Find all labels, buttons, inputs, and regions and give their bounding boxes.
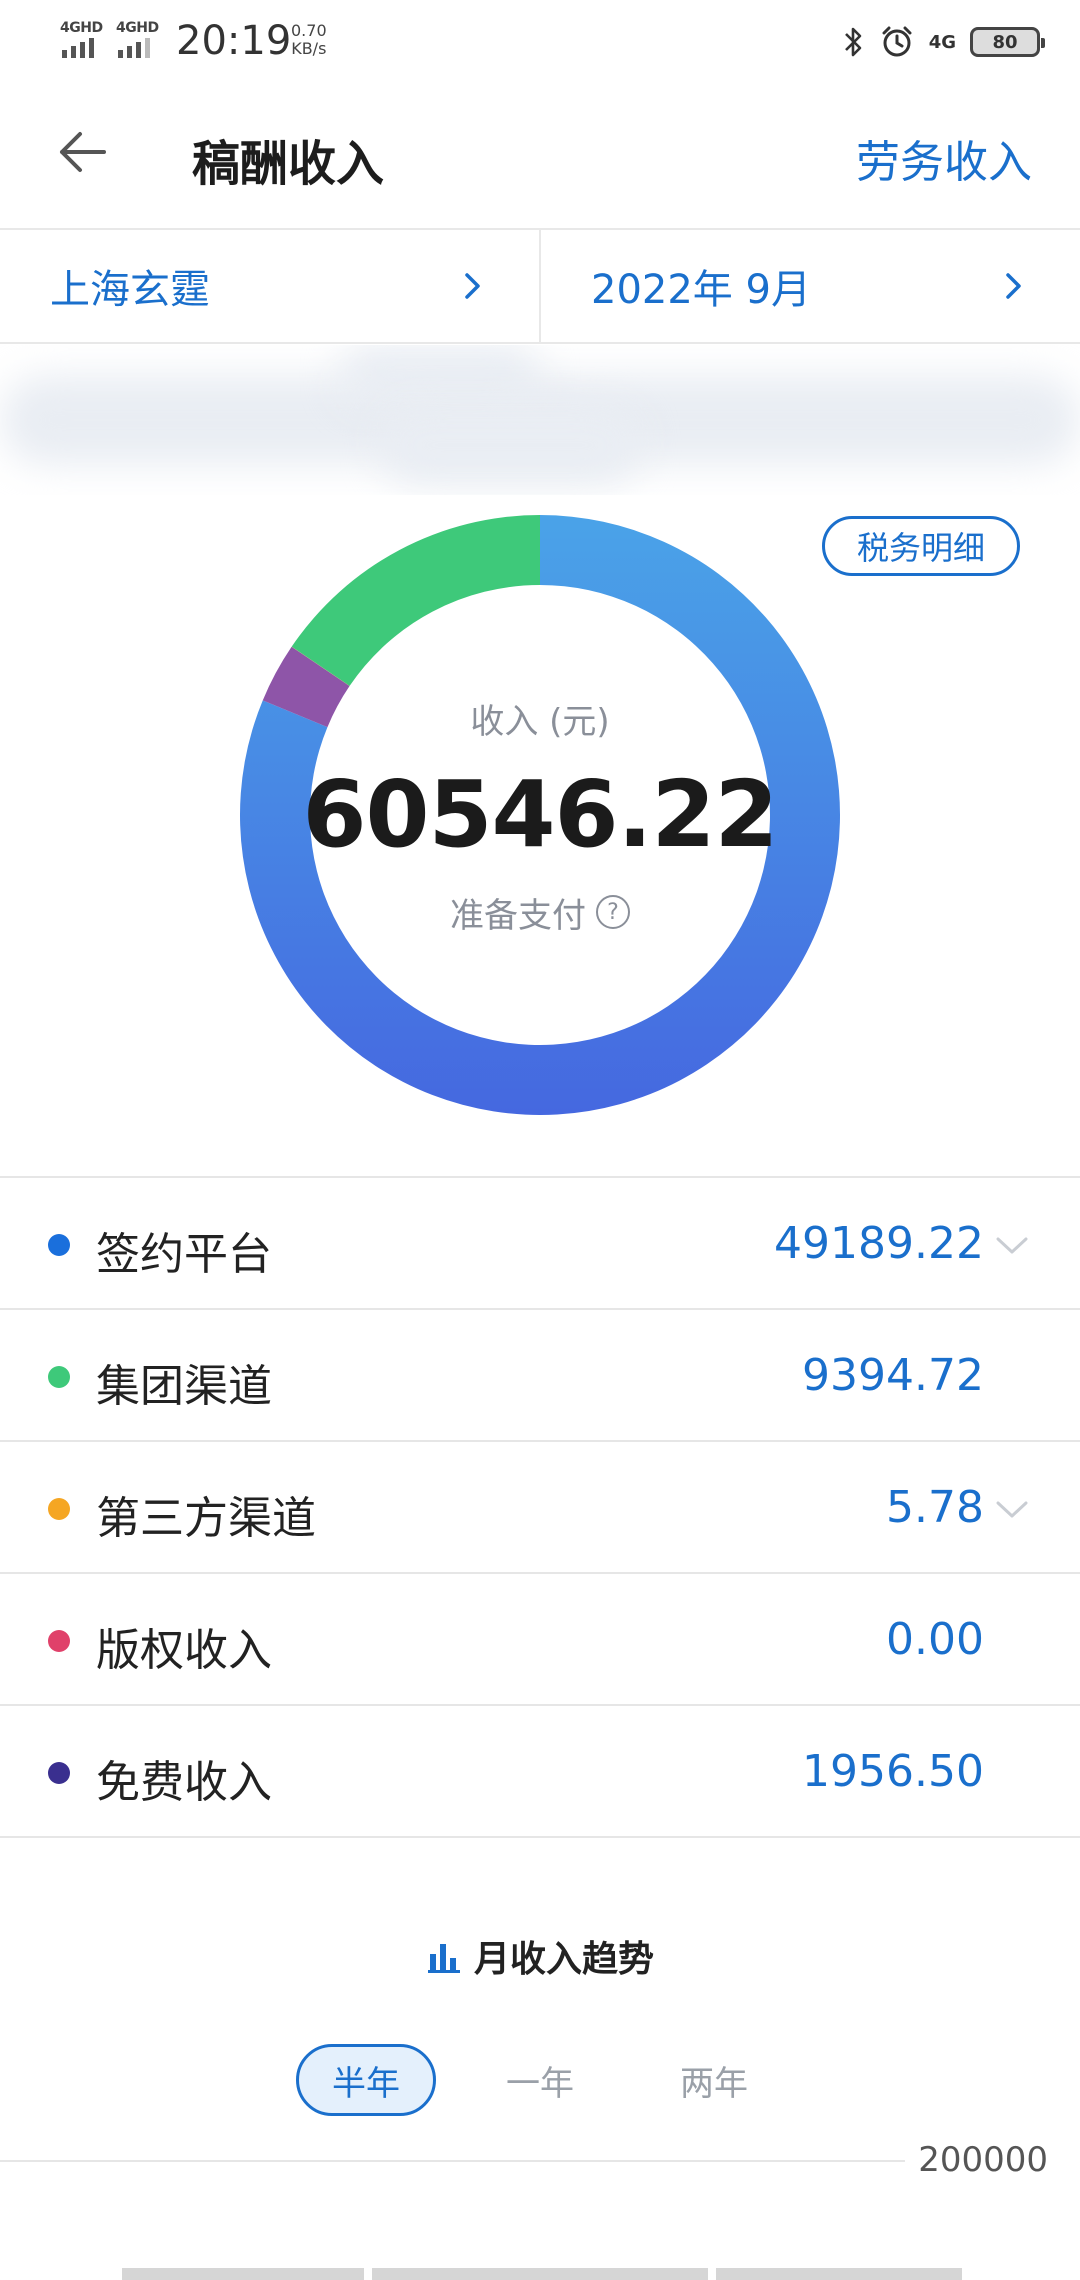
- color-dot: [48, 1366, 70, 1388]
- monthly-trend-header: 月收入趋势: [0, 1930, 1080, 1982]
- tab-two-years[interactable]: 两年: [644, 2044, 784, 2116]
- chart-bars-partial: [0, 2268, 1080, 2280]
- company-name: 上海玄霆: [50, 267, 210, 313]
- list-item: 集团渠道 9394.72: [0, 1310, 1080, 1442]
- clock: 20:19: [176, 18, 292, 64]
- network-speed-unit: KB/s: [291, 39, 327, 58]
- network-4g-label: 4G: [928, 31, 956, 53]
- list-item[interactable]: 第三方渠道 5.78: [0, 1442, 1080, 1574]
- item-value: 1956.50: [802, 1746, 984, 1797]
- tab-half-year[interactable]: 半年: [296, 2044, 436, 2116]
- color-dot: [48, 1630, 70, 1652]
- signal-2: 4GHD: [116, 20, 164, 60]
- color-dot: [48, 1762, 70, 1784]
- item-name: 版权收入: [96, 1625, 272, 1676]
- status-icons: 4G 80: [843, 20, 1045, 64]
- income-label: 收入 (元): [470, 701, 610, 742]
- chevron-right-icon: [465, 273, 480, 299]
- question-circle-icon[interactable]: ?: [596, 895, 630, 929]
- chart-gridline: [0, 2160, 905, 2162]
- range-tabs: 半年 一年 两年: [0, 2044, 1080, 2116]
- item-value: 5.78: [886, 1482, 984, 1533]
- chevron-right-icon: [1006, 273, 1021, 299]
- y-axis-max-label: 200000: [918, 2140, 1048, 2180]
- labor-income-link[interactable]: 劳务收入: [856, 126, 1032, 190]
- list-item[interactable]: 签约平台 49189.22: [0, 1178, 1080, 1310]
- item-value: 9394.72: [802, 1350, 984, 1401]
- battery-level: 80: [992, 31, 1018, 53]
- bluetooth-icon: [844, 27, 861, 57]
- filter-row: 上海玄霆 2022年 9月: [0, 228, 1080, 344]
- page-title: 稿酬收入: [192, 136, 385, 192]
- status-bar: 4GHD 4GHD 20:19 0.70 KB/s 4G 80: [0, 0, 1080, 82]
- income-total: 60546.22: [302, 760, 778, 868]
- bar-chart-icon: [427, 1944, 460, 1973]
- item-name: 集团渠道: [96, 1361, 272, 1412]
- income-breakdown-list: 签约平台 49189.22 集团渠道 9394.72 第三方渠道 5.78 版权…: [0, 1176, 1080, 1838]
- payment-status-text: 准备支付: [450, 895, 586, 936]
- signal-1: 4GHD: [60, 20, 108, 60]
- item-value: 49189.22: [774, 1218, 984, 1269]
- item-value: 0.00: [886, 1614, 984, 1665]
- network-speed: 0.70 KB/s: [291, 22, 327, 58]
- network-type-label: 4GHD: [60, 20, 103, 36]
- item-name: 签约平台: [96, 1229, 272, 1280]
- network-type-label: 4GHD: [116, 20, 159, 36]
- period-selector[interactable]: 2022年 9月: [539, 230, 1080, 342]
- list-item: 版权收入 0.00: [0, 1574, 1080, 1706]
- payment-status[interactable]: 准备支付 ?: [450, 888, 630, 937]
- network-speed-value: 0.70: [291, 21, 327, 40]
- color-dot: [48, 1234, 70, 1256]
- list-item: 免费收入 1956.50: [0, 1706, 1080, 1838]
- color-dot: [48, 1498, 70, 1520]
- period-value: 2022年 9月: [591, 267, 811, 313]
- company-selector[interactable]: 上海玄霆: [0, 230, 539, 342]
- trend-title: 月收入趋势: [473, 1939, 654, 1980]
- redacted-area: [0, 345, 1080, 495]
- tab-one-year[interactable]: 一年: [470, 2044, 610, 2116]
- chevron-down-icon: [996, 1501, 1028, 1518]
- donut-center: 收入 (元) 60546.22 准备支付 ?: [240, 515, 840, 1115]
- item-name: 第三方渠道: [96, 1493, 316, 1544]
- item-name: 免费收入: [96, 1757, 272, 1808]
- app-header: 稿酬收入 劳务收入: [0, 82, 1080, 228]
- arrow-left-icon[interactable]: [52, 122, 112, 182]
- tax-details-button[interactable]: 税务明细: [822, 516, 1020, 576]
- alarm-icon: [882, 26, 912, 57]
- battery-icon: 80: [970, 27, 1045, 57]
- chevron-down-icon: [996, 1237, 1028, 1254]
